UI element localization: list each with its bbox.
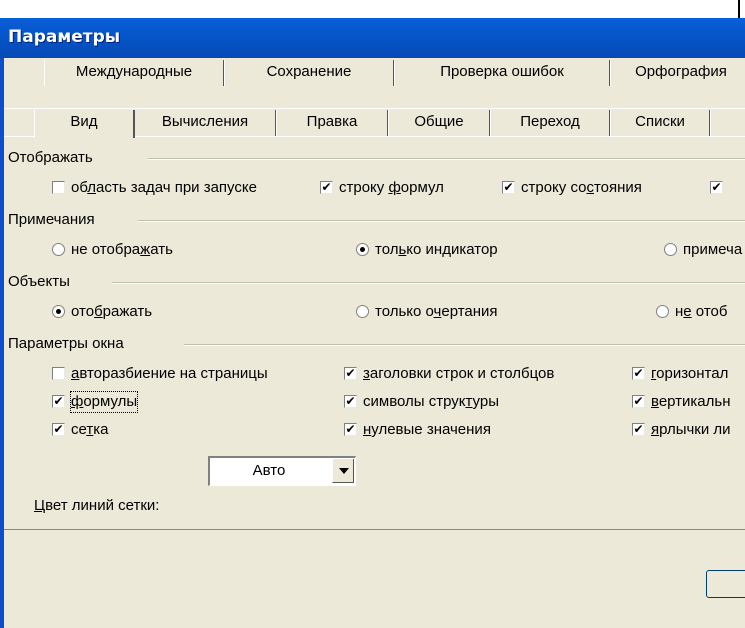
checkbox-box[interactable]: ✔ xyxy=(502,181,515,194)
group-label-display: Отображать xyxy=(8,149,93,166)
radio-button[interactable] xyxy=(664,243,677,256)
checkbox-box[interactable]: ✔ xyxy=(52,395,65,408)
checkbox-box[interactable] xyxy=(52,367,65,380)
checkbox-box[interactable] xyxy=(52,181,65,194)
checkbox-label: авторазбиение на страницы xyxy=(71,365,268,382)
tab-transition[interactable]: Переход xyxy=(490,110,611,136)
tab-edit[interactable]: Правка xyxy=(276,110,389,136)
window-title: Параметры xyxy=(8,27,121,47)
tab-spelling[interactable]: Орфография xyxy=(610,60,745,86)
gridline-color-label: Цвет линий сетки: xyxy=(34,497,160,514)
group-line-comments xyxy=(138,220,745,222)
radio-button[interactable] xyxy=(656,305,669,318)
checkbox-box[interactable]: ✔ xyxy=(344,367,357,380)
checkbox-label: горизонтал xyxy=(651,365,729,382)
checkbox-label: сетка xyxy=(71,421,109,438)
tab-view[interactable]: Вид xyxy=(34,110,135,138)
title-bar[interactable]: Параметры xyxy=(0,18,745,58)
tab-international[interactable]: Международные xyxy=(44,60,225,86)
group-label-comments: Примечания xyxy=(8,211,95,228)
checkbox-label: вертикальн xyxy=(651,393,731,410)
group-label-window-options: Параметры окна xyxy=(8,335,124,352)
radio-label: отображать xyxy=(71,303,153,320)
dialog-client-area: Международные Сохранение Проверка ошибок… xyxy=(4,58,745,628)
checkbox-label: заголовки строк и столбцов xyxy=(363,365,555,382)
options-dialog: Параметры Международные Сохранение Прове… xyxy=(0,18,745,628)
checkbox-label: строку состояния xyxy=(521,179,642,196)
radio-label: не отображать xyxy=(71,241,173,258)
group-label-objects: Объекты xyxy=(8,273,70,290)
checkbox-box[interactable]: ✔ xyxy=(344,423,357,436)
radio-button[interactable] xyxy=(52,305,65,318)
checkbox-label: формулы xyxy=(69,391,139,413)
gridline-color-value: Авто xyxy=(252,462,286,479)
checkbox-box[interactable]: ✔ xyxy=(52,423,65,436)
radio-button[interactable] xyxy=(356,305,369,318)
gridline-color-select[interactable]: Авто xyxy=(208,456,356,486)
group-line-window-options xyxy=(184,344,745,346)
tab-chart-truncated[interactable] xyxy=(710,110,745,136)
tab-error-checking[interactable]: Проверка ошибок xyxy=(394,60,611,86)
checkbox-label: строку формул xyxy=(339,179,444,196)
tab-save[interactable]: Сохранение xyxy=(224,60,395,86)
checkbox-box[interactable]: ✔ xyxy=(632,367,645,380)
checkbox-box[interactable]: ✔ xyxy=(632,395,645,408)
radio-label: не отоб xyxy=(675,303,728,320)
group-line-objects xyxy=(112,282,745,284)
radio-label: только индикатор xyxy=(375,241,498,258)
top-edge-line xyxy=(738,0,740,18)
checkbox-label: нулевые значения xyxy=(363,421,491,438)
radio-label: только очертания xyxy=(375,303,498,320)
tab-calculation[interactable]: Вычисления xyxy=(134,110,277,136)
checkbox-box[interactable]: ✔ xyxy=(320,181,333,194)
chevron-down-icon[interactable] xyxy=(332,459,354,483)
radio-button[interactable] xyxy=(52,243,65,256)
tab-row-divider xyxy=(4,108,745,109)
group-line-display xyxy=(148,158,745,160)
radio-button[interactable] xyxy=(356,243,369,256)
checkbox-label: символы структуры xyxy=(363,393,499,410)
checkbox-box[interactable]: ✔ xyxy=(710,181,723,194)
tab-custom-lists[interactable]: Списки xyxy=(610,110,711,136)
checkbox-box[interactable]: ✔ xyxy=(344,395,357,408)
checkbox-label: область задач при запуске xyxy=(71,179,257,196)
checkbox-box[interactable]: ✔ xyxy=(632,423,645,436)
tab-general[interactable]: Общие xyxy=(388,110,491,136)
checkbox-label: ярлычки ли xyxy=(651,421,731,438)
ok-button-truncated[interactable] xyxy=(706,570,745,598)
radio-label: примеча xyxy=(683,241,743,258)
